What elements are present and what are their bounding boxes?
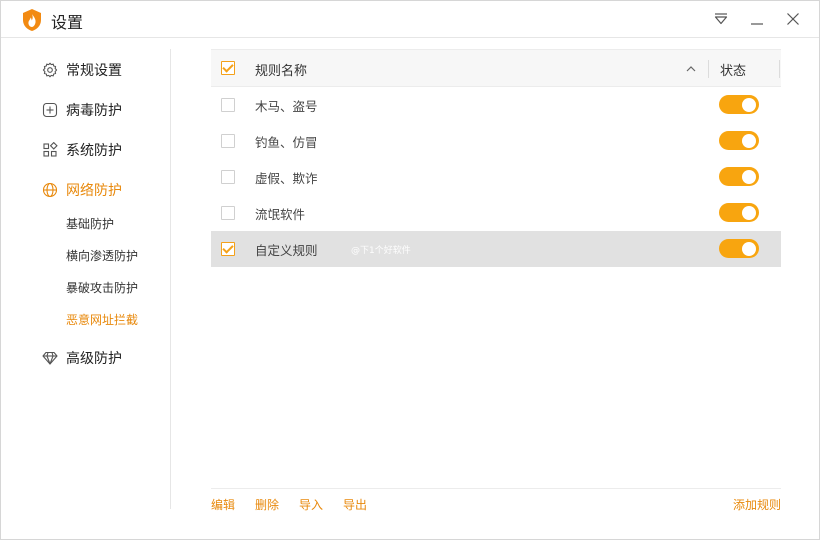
- close-icon[interactable]: [781, 7, 805, 31]
- subitem-basic-protection[interactable]: 基础防护: [66, 214, 114, 234]
- sidebar: 常规设置 病毒防护 系统防护 网络防护 基础防护 横向渗透防护 暴破攻击防护 恶…: [1, 39, 171, 509]
- table-header: 规则名称 状态: [211, 49, 781, 87]
- subitem-lateral-penetration[interactable]: 横向渗透防护: [66, 246, 138, 266]
- toggle-knob: [742, 97, 756, 112]
- sidebar-item-advanced-protection[interactable]: 高级防护: [41, 346, 122, 370]
- toggle-knob: [742, 133, 756, 148]
- diamond-icon: [41, 349, 59, 367]
- rule-name: 钓鱼、仿冒: [255, 135, 318, 150]
- menu-triangle-icon[interactable]: [709, 7, 733, 31]
- toggle-knob: [742, 205, 756, 220]
- select-all-checkbox[interactable]: [221, 61, 235, 75]
- sidebar-item-label: 病毒防护: [66, 103, 122, 119]
- gear-icon: [41, 61, 59, 79]
- column-separator: [779, 60, 780, 78]
- grid-icon: [41, 141, 59, 159]
- sidebar-item-network-protection[interactable]: 网络防护: [41, 178, 122, 202]
- footer-divider: [211, 488, 781, 489]
- row-checkbox[interactable]: [221, 242, 235, 256]
- rule-name: 流氓软件: [255, 207, 306, 222]
- sidebar-item-label: 网络防护: [66, 183, 122, 199]
- status-toggle[interactable]: [719, 203, 759, 222]
- sidebar-item-general[interactable]: 常规设置: [41, 58, 122, 82]
- rules-table: 规则名称 状态 木马、盗号 钓鱼、仿冒 虚假、欺诈 流氓软件 自定义规则 @下1…: [211, 49, 781, 267]
- minimize-icon[interactable]: [745, 7, 769, 31]
- subitem-malicious-url[interactable]: 恶意网址拦截: [66, 310, 138, 330]
- rule-name: 木马、盗号: [255, 99, 318, 114]
- sidebar-divider: [170, 49, 171, 509]
- column-separator: [708, 60, 709, 78]
- rule-name: 自定义规则: [255, 243, 318, 258]
- plus-box-icon: [41, 101, 59, 119]
- flame-shield-icon: [21, 8, 43, 32]
- import-button[interactable]: 导入: [299, 496, 323, 513]
- table-row[interactable]: 木马、盗号: [211, 87, 781, 123]
- export-button[interactable]: 导出: [343, 496, 367, 513]
- title-bar: 设置: [1, 1, 819, 38]
- sidebar-item-virus-protection[interactable]: 病毒防护: [41, 98, 122, 122]
- table-row[interactable]: 自定义规则 @下1个好软件: [211, 231, 781, 267]
- chevron-up-icon[interactable]: [684, 62, 698, 76]
- toggle-knob: [742, 241, 756, 256]
- column-header-name: 规则名称: [255, 64, 308, 79]
- globe-icon: [41, 181, 59, 199]
- table-row[interactable]: 虚假、欺诈: [211, 159, 781, 195]
- sidebar-item-system-protection[interactable]: 系统防护: [41, 138, 122, 162]
- table-row[interactable]: 流氓软件: [211, 195, 781, 231]
- sidebar-item-label: 常规设置: [66, 63, 122, 79]
- status-toggle[interactable]: [719, 131, 759, 150]
- edit-button[interactable]: 编辑: [211, 496, 235, 513]
- sidebar-item-label: 高级防护: [66, 351, 122, 367]
- delete-button[interactable]: 删除: [255, 496, 279, 513]
- subitem-brute-force[interactable]: 暴破攻击防护: [66, 278, 138, 298]
- sidebar-item-label: 系统防护: [66, 143, 122, 159]
- row-checkbox[interactable]: [221, 134, 235, 148]
- status-toggle[interactable]: [719, 95, 759, 114]
- settings-window: 设置 常规设置 病毒防护 系统防护 网络防护 基础防护 横向渗透防护 暴破攻击防…: [0, 0, 820, 540]
- status-toggle[interactable]: [719, 167, 759, 186]
- rule-name: 虚假、欺诈: [255, 171, 318, 186]
- table-row[interactable]: 钓鱼、仿冒: [211, 123, 781, 159]
- column-header-status: 状态: [720, 64, 747, 79]
- watermark: @下1个好软件: [351, 246, 411, 256]
- toggle-knob: [742, 169, 756, 184]
- row-checkbox[interactable]: [221, 206, 235, 220]
- status-toggle[interactable]: [719, 239, 759, 258]
- window-title: 设置: [51, 13, 84, 32]
- add-rule-button[interactable]: 添加规则: [733, 496, 781, 513]
- row-checkbox[interactable]: [221, 170, 235, 184]
- row-checkbox[interactable]: [221, 98, 235, 112]
